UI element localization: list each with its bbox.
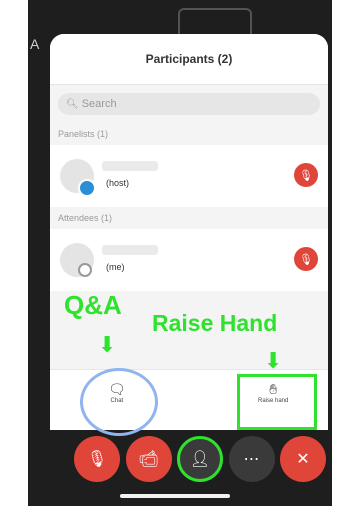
participant-row-host[interactable]: (host) 🎙︎ [50, 145, 328, 207]
attendee-badge-icon [78, 263, 92, 277]
search-input[interactable]: 🔍︎ Search [58, 93, 320, 115]
more-icon: ⋯ [243, 451, 260, 468]
mic-muted-icon[interactable]: 🎙︎ [294, 247, 318, 271]
search-placeholder: Search [81, 98, 117, 110]
raise-hand-annotation: Raise Hand [152, 310, 278, 336]
mute-button[interactable]: 🎙︎ [74, 436, 120, 482]
qa-annotation: Q&A [64, 290, 122, 320]
participants-button[interactable]: 👤︎ [177, 436, 223, 482]
participant-role: (host) [106, 178, 130, 188]
arrow-down-icon: ⬇︎ [98, 332, 117, 357]
qa-highlight-circle [80, 368, 158, 436]
host-badge-icon [78, 179, 96, 197]
participant-name-redacted [102, 245, 158, 255]
panel-title: Participants (2) [145, 52, 233, 66]
participant-role: (me) [106, 262, 125, 272]
close-icon: ✕ [296, 451, 310, 468]
mic-off-icon: 🎙︎ [86, 451, 108, 468]
participant-name-redacted [102, 161, 158, 171]
avatar [60, 159, 96, 197]
avatar [60, 243, 94, 277]
search-icon: 🔍︎ [66, 98, 79, 110]
video-off-icon: 📹︎ [138, 451, 159, 468]
video-button[interactable]: 📹︎ [125, 436, 172, 482]
attendees-header: Attendees (1) [58, 213, 113, 223]
more-button[interactable]: ⋯ [228, 436, 275, 482]
panelists-header: Panelists (1) [58, 129, 109, 139]
panel-header: Participants (2) [50, 34, 328, 85]
mic-muted-icon[interactable]: 🎙︎ [294, 163, 318, 187]
home-indicator [120, 494, 230, 498]
corner-letter: A [30, 36, 40, 52]
raise-hand-highlight-box [237, 374, 317, 430]
participant-row-me[interactable]: (me) 🎙︎ [50, 229, 328, 291]
meeting-toolbar: 🎙︎ 📹︎ 👤︎ ⋯ ✕ [68, 434, 332, 484]
arrow-down-icon: ⬇︎ [264, 348, 283, 373]
participants-panel: Participants (2) 🔍︎ Search Panelists (1)… [50, 34, 328, 430]
leave-button[interactable]: ✕ [280, 436, 326, 482]
person-icon: 👤︎ [189, 451, 211, 468]
